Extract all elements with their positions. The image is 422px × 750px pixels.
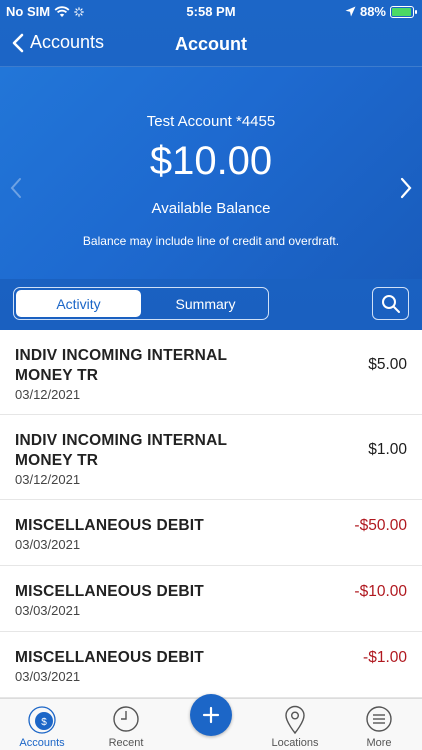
transaction-amount: -$50.00 [354, 517, 407, 534]
transaction-amount: -$10.00 [354, 583, 407, 600]
svg-text:$: $ [41, 717, 47, 728]
next-account-icon[interactable] [400, 177, 412, 199]
transaction-date: 03/12/2021 [15, 387, 81, 402]
account-summary-card: Test Account *4455 $10.00 Available Bala… [0, 67, 422, 279]
plus-icon [202, 706, 220, 724]
transaction-row[interactable]: MISCELLANEOUS DEBIT 03/03/2021 -$1.00 [0, 632, 422, 698]
transaction-description: MISCELLANEOUS DEBIT [15, 583, 204, 600]
header-region: No SIM 5:58 PM 88% Accounts Account Test… [0, 0, 422, 330]
battery-charging-icon [390, 5, 417, 18]
tab-locations-label: Locations [271, 737, 319, 749]
nav-bar: Accounts Account [0, 26, 422, 64]
activity-summary-toggle: Activity Summary [13, 287, 269, 320]
transaction-date: 03/03/2021 [15, 603, 81, 618]
balance-note: Balance may include line of credit and o… [82, 234, 340, 248]
add-button[interactable] [190, 694, 232, 736]
tab-locations[interactable]: Locations [253, 699, 337, 750]
search-button[interactable] [372, 287, 409, 320]
transaction-description: INDIV INCOMING INTERNAL MONEY TR [15, 347, 227, 384]
search-icon [381, 294, 400, 313]
transaction-row[interactable]: INDIV INCOMING INTERNAL MONEY TR 03/12/2… [0, 415, 422, 500]
account-name: Test Account *4455 [146, 113, 276, 130]
tab-more-label: More [366, 737, 392, 749]
page-title: Account [175, 34, 247, 54]
clock-icon [113, 706, 139, 732]
transaction-amount: $1.00 [368, 441, 407, 458]
tab-summary[interactable]: Summary [143, 288, 268, 319]
transaction-date: 03/03/2021 [15, 669, 81, 684]
balance-label: Available Balance [151, 200, 271, 217]
tab-accounts-label: Accounts [19, 737, 65, 749]
transaction-list: INDIV INCOMING INTERNAL MONEY TR 03/12/2… [0, 330, 422, 698]
location-arrow-icon [345, 6, 356, 17]
location-pin-icon [285, 705, 305, 735]
transaction-amount: $5.00 [368, 356, 407, 373]
transaction-row[interactable]: MISCELLANEOUS DEBIT 03/03/2021 -$10.00 [0, 566, 422, 632]
transaction-description: MISCELLANEOUS DEBIT [15, 649, 204, 666]
transaction-description: INDIV INCOMING INTERNAL MONEY TR [15, 432, 227, 469]
account-balance: $10.00 [149, 139, 273, 183]
tab-recent-label: Recent [108, 737, 144, 749]
status-right: 88% [345, 4, 417, 19]
transaction-date: 03/03/2021 [15, 537, 81, 552]
status-bar: No SIM 5:58 PM 88% [0, 0, 422, 22]
transaction-row[interactable]: MISCELLANEOUS DEBIT 03/03/2021 -$50.00 [0, 500, 422, 566]
menu-icon [366, 706, 392, 732]
accounts-icon: $ [28, 706, 56, 734]
tab-accounts[interactable]: $ Accounts [0, 699, 84, 750]
tab-recent[interactable]: Recent [84, 699, 168, 750]
tab-activity[interactable]: Activity [16, 290, 141, 317]
battery-percent: 88% [359, 4, 386, 19]
transaction-description: MISCELLANEOUS DEBIT [15, 517, 204, 534]
tab-more[interactable]: More [337, 699, 421, 750]
transaction-amount: -$1.00 [363, 649, 407, 666]
transaction-date: 03/12/2021 [15, 472, 81, 487]
transaction-row[interactable]: INDIV INCOMING INTERNAL MONEY TR 03/12/2… [0, 330, 422, 415]
